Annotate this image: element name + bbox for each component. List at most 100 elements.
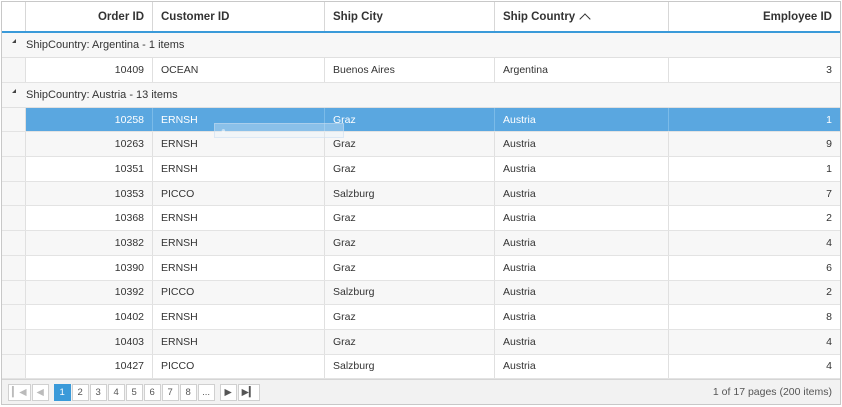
cell-ship-city[interactable]: Salzburg (325, 354, 495, 379)
cell-ship-city[interactable]: Graz (325, 329, 495, 354)
cell-ship-country[interactable]: Austria (495, 280, 669, 305)
group-caption-row[interactable]: ShipCountry: Austria - 13 items (2, 82, 840, 108)
cell-ship-country[interactable]: Austria (495, 329, 669, 354)
cell-order-id[interactable]: 10403 (26, 329, 153, 354)
collapse-group-icon[interactable] (2, 33, 26, 57)
cell-ship-country[interactable]: Austria (495, 206, 669, 231)
cell-employee-id[interactable]: 8 (669, 305, 840, 329)
cell-order-id[interactable]: 10263 (26, 132, 153, 157)
row-indent (2, 58, 26, 82)
first-page-icon[interactable]: ▎◀ (8, 383, 31, 401)
cell-customer-id[interactable]: ERNSH (153, 206, 325, 231)
header-customer-id[interactable]: Customer ID (153, 2, 325, 31)
table-row[interactable]: 10402 ERNSH Graz Austria 8 (2, 305, 840, 330)
cell-employee-id[interactable]: 1 (669, 157, 840, 181)
row-indent (2, 181, 26, 206)
cell-ship-city[interactable]: Graz (325, 157, 495, 181)
cell-ship-city[interactable]: Buenos Aires (325, 58, 495, 82)
cell-customer-id[interactable]: ERNSH (153, 231, 325, 255)
cell-employee-id[interactable]: 1 (669, 108, 840, 132)
cell-order-id[interactable]: 10427 (26, 354, 153, 379)
page-button[interactable]: 6 (143, 383, 161, 401)
header-order-id[interactable]: Order ID (26, 2, 153, 31)
next-page-icon[interactable]: ▶ (219, 383, 237, 401)
grid: Order ID Customer ID Ship City Ship Coun… (1, 1, 841, 405)
table-row[interactable]: 10382 ERNSH Graz Austria 4 (2, 231, 840, 256)
cell-customer-id[interactable]: OCEAN (153, 58, 325, 82)
cell-ship-country[interactable]: Austria (495, 305, 669, 329)
cell-customer-id[interactable]: ERNSH (153, 305, 325, 329)
table-row[interactable]: 10409 OCEAN Buenos Aires Argentina 3 (2, 58, 840, 83)
cell-ship-city[interactable]: Graz (325, 132, 495, 157)
cell-customer-id[interactable]: PICCO (153, 280, 325, 305)
cell-ship-city[interactable]: Salzburg (325, 181, 495, 206)
cell-customer-id[interactable]: PICCO (153, 181, 325, 206)
table-row[interactable]: 10368 ERNSH Graz Austria 2 (2, 206, 840, 232)
group-caption-row[interactable]: ShipCountry: Argentina - 1 items (2, 33, 840, 58)
cell-order-id[interactable]: 10402 (26, 305, 153, 329)
cell-ship-country[interactable]: Austria (495, 107, 669, 132)
cell-ship-city[interactable]: Graz (325, 107, 495, 132)
collapse-group-icon[interactable] (2, 83, 26, 107)
cell-ship-city[interactable]: Graz (325, 231, 495, 255)
header-ship-country[interactable]: Ship Country (495, 2, 669, 31)
cell-ship-city[interactable]: Graz (325, 255, 495, 280)
cell-employee-id[interactable]: 4 (669, 231, 840, 255)
table-row[interactable]: 10258 ERNSH Graz Austria 1 (2, 107, 840, 133)
page-button[interactable]: 5 (125, 383, 143, 401)
cell-order-id[interactable]: 10351 (26, 157, 153, 181)
page-button[interactable]: 1 (53, 383, 71, 401)
cell-employee-id[interactable]: 2 (669, 281, 840, 305)
page-button[interactable]: 2 (71, 383, 89, 401)
cell-order-id[interactable]: 10392 (26, 280, 153, 305)
cell-customer-id[interactable]: ERNSH (153, 157, 325, 181)
cell-customer-id[interactable]: PICCO (153, 354, 325, 379)
cell-ship-country[interactable]: Austria (495, 157, 669, 181)
cell-order-id[interactable]: 10353 (26, 181, 153, 206)
page-button[interactable]: 7 (161, 383, 179, 401)
prev-page-icon[interactable]: ◀ (31, 383, 49, 401)
last-page-icon[interactable]: ▶▎ (237, 383, 261, 401)
pager-info: 1 of 17 pages (200 items) (712, 386, 832, 398)
cell-employee-id[interactable]: 4 (669, 355, 840, 379)
table-row[interactable]: 10351 ERNSH Graz Austria 1 (2, 157, 840, 182)
cell-ship-country[interactable]: Austria (495, 255, 669, 280)
cell-ship-country[interactable]: Austria (495, 132, 669, 157)
cell-employee-id[interactable]: 4 (669, 330, 840, 354)
cell-order-id[interactable]: 10382 (26, 231, 153, 255)
cell-ship-city[interactable]: Graz (325, 305, 495, 329)
row-indent (2, 280, 26, 305)
page-button[interactable]: 8 (179, 383, 197, 401)
cell-employee-id[interactable]: 6 (669, 256, 840, 280)
row-indent (2, 157, 26, 181)
row-indent (2, 206, 26, 231)
cell-customer-id[interactable]: ERNSH (153, 329, 325, 354)
cell-order-id[interactable]: 10258 (26, 107, 153, 132)
grid-body: ShipCountry: Argentina - 1 items 10409 OCE… (2, 33, 840, 380)
cell-ship-city[interactable]: Salzburg (325, 280, 495, 305)
cell-employee-id[interactable]: 9 (669, 132, 840, 156)
cell-ship-city[interactable]: Graz (325, 206, 495, 231)
cell-order-id[interactable]: 10409 (26, 58, 153, 82)
cell-ship-country[interactable]: Austria (495, 181, 669, 206)
table-row[interactable]: 10403 ERNSH Graz Austria 4 (2, 329, 840, 355)
page-button[interactable]: 4 (107, 383, 125, 401)
table-row[interactable]: 10353 PICCO Salzburg Austria 7 (2, 181, 840, 207)
cell-ship-country[interactable]: Austria (495, 231, 669, 255)
page-button[interactable]: ... (197, 383, 215, 401)
cell-order-id[interactable]: 10368 (26, 206, 153, 231)
table-row[interactable]: 10263 ERNSH Graz Austria 9 (2, 132, 840, 158)
cell-customer-id[interactable]: ERNSH (153, 255, 325, 280)
table-row[interactable]: 10427 PICCO Salzburg Austria 4 (2, 354, 840, 380)
cell-ship-country[interactable]: Argentina (495, 58, 669, 82)
table-row[interactable]: 10392 PICCO Salzburg Austria 2 (2, 280, 840, 306)
page-button[interactable]: 3 (89, 383, 107, 401)
cell-order-id[interactable]: 10390 (26, 255, 153, 280)
header-ship-city[interactable]: Ship City (325, 2, 495, 31)
cell-employee-id[interactable]: 3 (669, 58, 840, 82)
header-employee-id[interactable]: Employee ID (669, 2, 840, 31)
cell-ship-country[interactable]: Austria (495, 354, 669, 379)
table-row[interactable]: 10390 ERNSH Graz Austria 6 (2, 255, 840, 281)
cell-employee-id[interactable]: 2 (669, 206, 840, 230)
cell-employee-id[interactable]: 7 (669, 182, 840, 206)
